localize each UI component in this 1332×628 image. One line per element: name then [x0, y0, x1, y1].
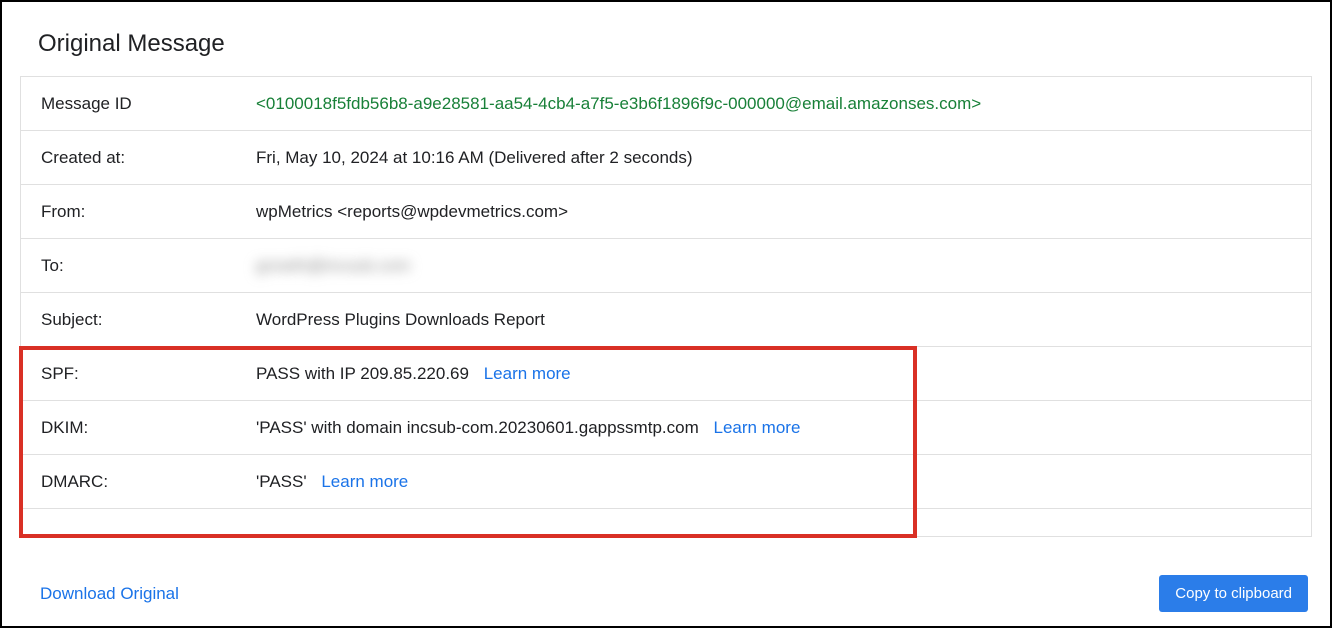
actions-bar: Download Original Copy to clipboard: [20, 575, 1312, 612]
row-subject: Subject: WordPress Plugins Downloads Rep…: [21, 293, 1311, 347]
message-detail-container: Original Message Message ID <0100018f5fd…: [0, 0, 1332, 628]
auth-results-highlight: SPF: PASS with IP 209.85.220.69 Learn mo…: [21, 347, 1311, 537]
row-empty: [21, 509, 1311, 537]
row-from: From: wpMetrics <reports@wpdevmetrics.co…: [21, 185, 1311, 239]
label-dmarc: DMARC:: [41, 472, 256, 492]
label-subject: Subject:: [41, 310, 256, 330]
value-spf: PASS with IP 209.85.220.69 Learn more: [256, 364, 1291, 384]
value-message-id: <0100018f5fdb56b8-a9e28581-aa54-4cb4-a7f…: [256, 94, 1291, 114]
label-message-id: Message ID: [41, 94, 256, 114]
label-created-at: Created at:: [41, 148, 256, 168]
message-info-table: Message ID <0100018f5fdb56b8-a9e28581-aa…: [20, 76, 1312, 537]
label-from: From:: [41, 202, 256, 222]
row-spf: SPF: PASS with IP 209.85.220.69 Learn mo…: [21, 347, 1311, 401]
row-dkim: DKIM: 'PASS' with domain incsub-com.2023…: [21, 401, 1311, 455]
row-dmarc: DMARC: 'PASS' Learn more: [21, 455, 1311, 509]
dkim-learn-more-link[interactable]: Learn more: [713, 418, 800, 437]
value-subject: WordPress Plugins Downloads Report: [256, 310, 1291, 330]
page-title: Original Message: [20, 20, 1312, 76]
download-original-link[interactable]: Download Original: [40, 584, 179, 604]
row-message-id: Message ID <0100018f5fdb56b8-a9e28581-aa…: [21, 77, 1311, 131]
label-to: To:: [41, 256, 256, 276]
value-created-at: Fri, May 10, 2024 at 10:16 AM (Delivered…: [256, 148, 1291, 168]
dmarc-learn-more-link[interactable]: Learn more: [321, 472, 408, 491]
row-created-at: Created at: Fri, May 10, 2024 at 10:16 A…: [21, 131, 1311, 185]
label-spf: SPF:: [41, 364, 256, 384]
copy-to-clipboard-button[interactable]: Copy to clipboard: [1159, 575, 1308, 612]
value-dmarc: 'PASS' Learn more: [256, 472, 1291, 492]
value-from: wpMetrics <reports@wpdevmetrics.com>: [256, 202, 1291, 222]
label-dkim: DKIM:: [41, 418, 256, 438]
value-dkim: 'PASS' with domain incsub-com.20230601.g…: [256, 418, 1291, 438]
spf-learn-more-link[interactable]: Learn more: [484, 364, 571, 383]
value-to: growth@incsub.com: [256, 256, 1291, 276]
row-to: To: growth@incsub.com: [21, 239, 1311, 293]
